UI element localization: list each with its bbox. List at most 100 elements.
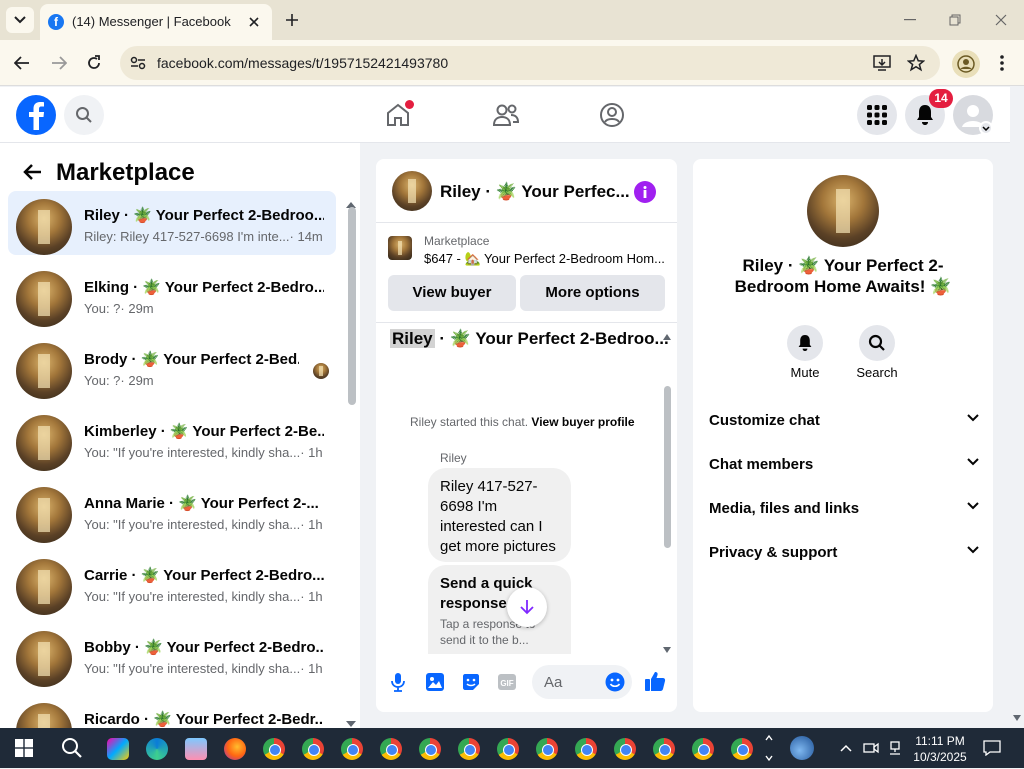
- smiley-icon: [605, 672, 625, 692]
- conversation-preview: You: "If you're interested, kindly sha..…: [84, 517, 301, 532]
- thread-scroll-down-arrow[interactable]: [663, 640, 673, 653]
- chrome-profile-icon[interactable]: [653, 738, 675, 760]
- chrome-profile-icon[interactable]: [458, 738, 480, 760]
- privacy-support-row[interactable]: Privacy & support: [709, 544, 979, 568]
- notifications-button[interactable]: 14: [905, 89, 953, 135]
- voice-clip-button[interactable]: [388, 671, 408, 693]
- attach-media-button[interactable]: [424, 671, 446, 693]
- customize-chat-row[interactable]: Customize chat: [709, 412, 979, 436]
- like-button[interactable]: [643, 669, 667, 693]
- taskbar-search-button[interactable]: [60, 736, 84, 760]
- conversation-item[interactable]: Kimberley · 🪴 Your Perfect 2-Be... You: …: [8, 407, 336, 471]
- reload-button[interactable]: [84, 53, 104, 73]
- browser-menu-button[interactable]: [994, 53, 1010, 73]
- conversation-info-button[interactable]: [634, 181, 656, 203]
- install-app-icon[interactable]: [872, 53, 892, 73]
- chrome-profile-icon[interactable]: [536, 738, 558, 760]
- conversation-time: · 29m: [120, 373, 154, 388]
- page-scrollbar[interactable]: [1010, 87, 1024, 728]
- profile-button[interactable]: [952, 50, 980, 78]
- clock-time: 11:11 PM: [915, 734, 965, 748]
- chrome-profile-icon[interactable]: [692, 738, 714, 760]
- conversation-item[interactable]: Ricardo · 🪴 Your Perfect 2-Bedr...: [8, 695, 336, 728]
- start-button[interactable]: [14, 738, 34, 758]
- paint-app-icon[interactable]: [185, 738, 207, 760]
- scroll-up-arrow[interactable]: [346, 195, 358, 208]
- chat-members-row[interactable]: Chat members: [709, 456, 979, 480]
- tab-search-button[interactable]: [6, 7, 34, 33]
- system-clock[interactable]: 11:11 PM 10/3/2025: [912, 733, 968, 765]
- chat-title[interactable]: Riley · 🪴 Your Perfec...: [440, 182, 630, 202]
- listing-thumbnail[interactable]: [388, 236, 412, 260]
- profile-avatar[interactable]: [807, 175, 879, 247]
- account-button[interactable]: [953, 95, 993, 135]
- listing-text[interactable]: $647 - 🏡 Your Perfect 2-Bedroom Hom...: [424, 251, 665, 267]
- new-tab-button[interactable]: [282, 10, 302, 30]
- thread-scrollbar[interactable]: [664, 386, 671, 548]
- conversation-item[interactable]: Elking · 🪴 Your Perfect 2-Bedro... You: …: [8, 263, 336, 327]
- site-settings-icon[interactable]: [128, 54, 148, 72]
- menu-button[interactable]: [857, 95, 897, 135]
- chrome-profile-icon[interactable]: [419, 738, 441, 760]
- view-buyer-profile-link[interactable]: View buyer profile: [531, 415, 634, 429]
- show-hidden-icons-button[interactable]: [838, 740, 854, 756]
- chrome-profile-icon[interactable]: [731, 738, 753, 760]
- chrome-profile-icon[interactable]: [614, 738, 636, 760]
- chrome-profile-icon[interactable]: [575, 738, 597, 760]
- message-input[interactable]: Aa: [532, 665, 632, 699]
- message-bubble[interactable]: Riley 417-527-6698 I'm interested can I …: [428, 468, 571, 562]
- scroll-down-arrow[interactable]: [346, 714, 358, 727]
- thread-scroll-up-arrow[interactable]: [663, 327, 673, 340]
- home-nav-button[interactable]: [380, 99, 416, 131]
- weather-widget-icon[interactable]: [790, 736, 814, 760]
- friends-nav-button[interactable]: [488, 99, 524, 131]
- scroll-to-bottom-button[interactable]: [507, 587, 547, 627]
- chrome-profile-icon[interactable]: [263, 738, 285, 760]
- avatar: [16, 703, 72, 728]
- chrome-profile-icon[interactable]: [341, 738, 363, 760]
- chrome-profile-icon[interactable]: [380, 738, 402, 760]
- conversation-item[interactable]: Carrie · 🪴 Your Perfect 2-Bedro... You: …: [8, 551, 336, 615]
- media-files-links-row[interactable]: Media, files and links: [709, 500, 979, 524]
- reload-icon: [88, 55, 100, 69]
- notification-center-button[interactable]: [982, 738, 1002, 758]
- arrow-left-icon: [23, 164, 41, 180]
- close-window-button[interactable]: [991, 12, 1011, 28]
- taskbar-overflow-scroller[interactable]: [764, 732, 776, 764]
- back-button[interactable]: [12, 53, 32, 73]
- restore-button[interactable]: [945, 12, 965, 28]
- conversation-item[interactable]: Brody · 🪴 Your Perfect 2-Bed... You: ?· …: [8, 335, 336, 399]
- firefox-icon[interactable]: [224, 738, 246, 760]
- chrome-profile-icon[interactable]: [302, 738, 324, 760]
- edge-browser-icon[interactable]: [146, 738, 168, 760]
- conversation-item[interactable]: Bobby · 🪴 Your Perfect 2-Bedro... You: "…: [8, 623, 336, 687]
- view-buyer-button[interactable]: View buyer: [388, 275, 516, 311]
- forward-button[interactable]: [49, 53, 69, 73]
- emoji-button[interactable]: [604, 671, 626, 693]
- thread-title: Riley · 🪴 Your Perfect 2-Bedroo...: [390, 329, 669, 348]
- search-in-conversation-button[interactable]: [859, 325, 895, 361]
- groups-nav-button[interactable]: [594, 99, 630, 131]
- search-button[interactable]: [64, 95, 104, 135]
- facebook-logo-icon[interactable]: [16, 95, 56, 135]
- close-tab-button[interactable]: [246, 14, 262, 30]
- more-options-button[interactable]: More options: [520, 275, 665, 311]
- quick-response-card[interactable]: Send a quick response Tap a response to …: [428, 565, 571, 654]
- avatar[interactable]: [392, 171, 432, 211]
- bookmark-star-icon[interactable]: [906, 53, 926, 73]
- address-bar[interactable]: facebook.com/messages/t/1957152421493780: [120, 46, 940, 80]
- back-arrow-button[interactable]: [20, 161, 44, 183]
- active-tab[interactable]: f (14) Messenger | Facebook: [40, 4, 272, 40]
- sticker-button[interactable]: [460, 671, 482, 693]
- gif-button[interactable]: GIF: [496, 671, 518, 693]
- copilot-icon[interactable]: [107, 738, 129, 760]
- network-icon[interactable]: [886, 739, 904, 757]
- chevron-down-icon: [967, 502, 979, 510]
- conversation-item[interactable]: Riley · 🪴 Your Perfect 2-Bedroo... Riley…: [8, 191, 336, 255]
- chrome-profile-icon[interactable]: [497, 738, 519, 760]
- meet-now-icon[interactable]: [862, 739, 880, 757]
- conversation-list-scrollbar[interactable]: [348, 207, 356, 405]
- mute-button[interactable]: [787, 325, 823, 361]
- minimize-button[interactable]: [900, 12, 920, 28]
- conversation-item[interactable]: Anna Marie · 🪴 Your Perfect 2-... You: "…: [8, 479, 336, 543]
